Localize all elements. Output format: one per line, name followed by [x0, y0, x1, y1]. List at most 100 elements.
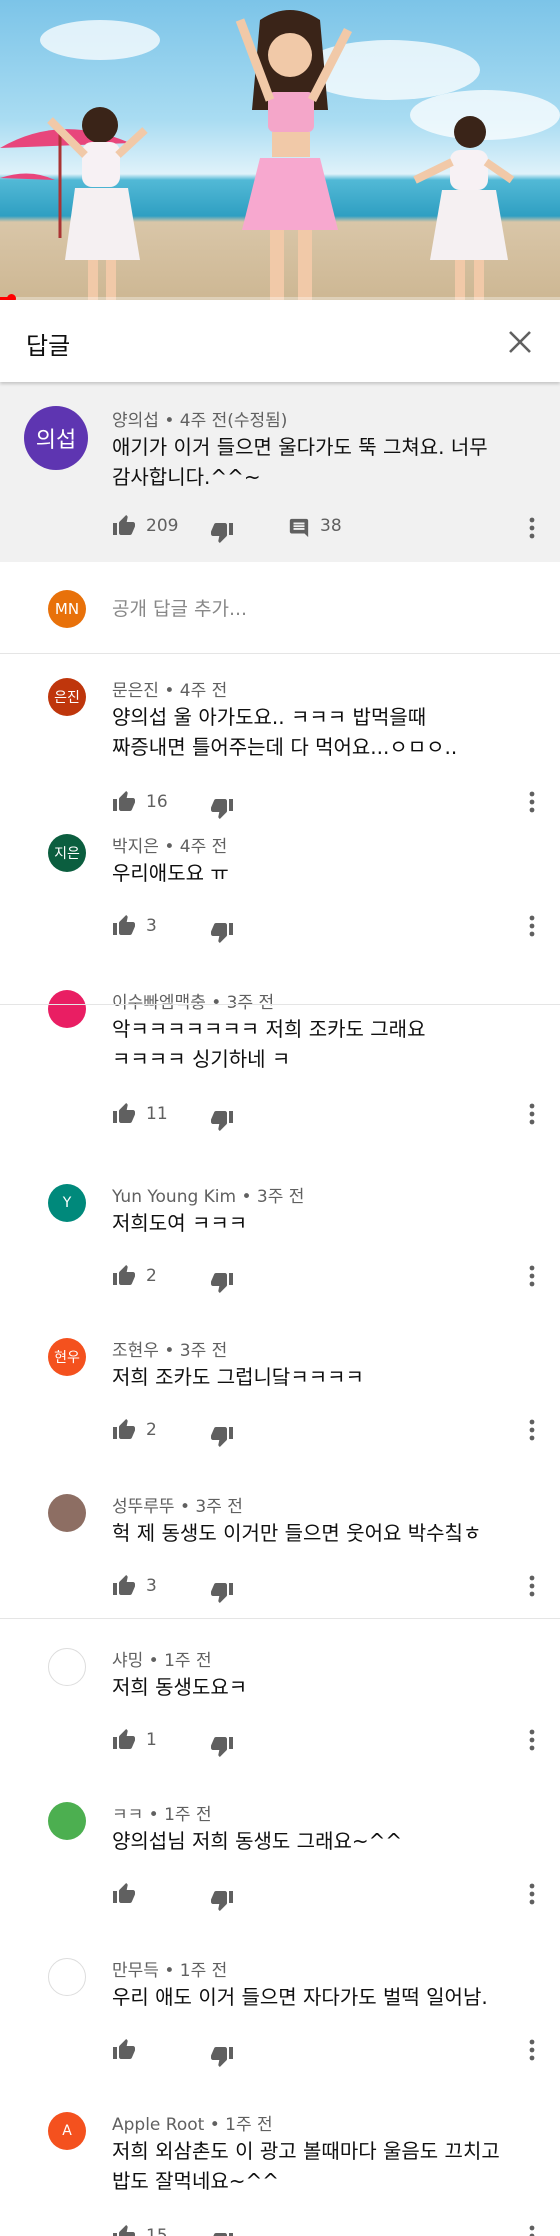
- thumbs-down-icon[interactable]: [210, 1888, 234, 1912]
- avatar[interactable]: [48, 1958, 86, 1996]
- thumbs-up-icon[interactable]: [112, 1728, 136, 1752]
- comment-text-line1: 저희 외삼촌도 이 광고 볼때마다 울음도 끄치고: [112, 2139, 500, 2163]
- thumbs-up-icon[interactable]: [112, 1418, 136, 1442]
- avatar[interactable]: 의섭: [24, 406, 88, 470]
- reply-item: 이수빠엠맥충 • 3주 전악ㅋㅋㅋㅋㅋㅋㅋ 저희 조카도 그래요 ㅋㅋㅋㅋ 싱기하…: [0, 966, 560, 1160]
- comment-text-line2: 밥도 잘먹네요~^^: [112, 2169, 280, 2193]
- thumbs-up-icon[interactable]: [112, 1264, 136, 1288]
- like-count: 16: [146, 792, 168, 812]
- like-count: 11: [146, 1104, 168, 1124]
- thumbs-down-icon[interactable]: [210, 920, 234, 944]
- comment-meta: ㅋㅋ • 1주 전: [112, 1805, 212, 1825]
- dancer-right: [413, 116, 515, 300]
- reply-item: 만무득 • 1주 전우리 애도 이거 들으면 자다가도 벌떡 일어남.: [0, 1934, 560, 2088]
- avatar[interactable]: [48, 990, 86, 1028]
- comment-meta: 문은진 • 4주 전: [112, 681, 228, 701]
- avatar[interactable]: A: [48, 2112, 86, 2150]
- thumbs-up-icon[interactable]: [112, 2224, 136, 2236]
- comment-text-line2: 감사합니다.^^~: [112, 465, 261, 489]
- reply-item: 샤밍 • 1주 전 저희 동생도요ㅋ 1: [0, 1624, 560, 1778]
- close-icon[interactable]: [506, 328, 534, 356]
- more-options-icon[interactable]: [528, 516, 536, 540]
- dancer-left: [47, 107, 148, 300]
- like-count: 2: [146, 1420, 157, 1440]
- reply-item: ㅋㅋ • 1주 전양의섭님 저희 동생도 그래요~^^: [0, 1778, 560, 1934]
- thumbs-up-icon[interactable]: [112, 1574, 136, 1598]
- comment-text-line1: 양의섭님 저희 동생도 그래요~^^: [112, 1829, 403, 1853]
- video-player[interactable]: [0, 0, 560, 300]
- avatar[interactable]: 은진: [48, 678, 86, 716]
- more-options-icon[interactable]: [528, 1102, 536, 1126]
- comment-text-line1: 우리 애도 이거 들으면 자다가도 벌떡 일어남.: [112, 1985, 488, 2009]
- comment-text-line1: 양의섭 울 아가도요.. ㅋㅋㅋ 밥먹을때: [112, 705, 427, 729]
- more-options-icon[interactable]: [528, 1728, 536, 1752]
- thumbs-up-icon[interactable]: [112, 2038, 136, 2062]
- comment-meta: 만무득 • 1주 전: [112, 1961, 228, 1981]
- replies-header: 답글: [0, 300, 560, 382]
- comment-meta: Yun Young Kim • 3주 전: [112, 1187, 305, 1207]
- reply-item: 현우 조현우 • 3주 전저희 조카도 그럽니닼ㅋㅋㅋㅋ 2: [0, 1314, 560, 1470]
- thumbs-down-icon[interactable]: [210, 1424, 234, 1448]
- like-count: 3: [146, 916, 157, 936]
- more-options-icon[interactable]: [528, 1882, 536, 1906]
- like-count: 3: [146, 1576, 157, 1596]
- add-reply-row[interactable]: MN 공개 답글 추가...: [0, 562, 560, 654]
- comment-text-line1: 악ㅋㅋㅋㅋㅋㅋㅋ 저희 조카도 그래요: [112, 1017, 426, 1041]
- more-options-icon[interactable]: [528, 914, 536, 938]
- comment-text-line1: 저희도여 ㅋㅋㅋ: [112, 1211, 248, 1235]
- more-options-icon[interactable]: [528, 1418, 536, 1442]
- reply-item: 성뚜루뚜 • 3주 전헉 제 동생도 이거만 들으면 웃어요 박수칰ㅎ 3: [0, 1470, 560, 1624]
- thumbs-down-icon[interactable]: [210, 1108, 234, 1132]
- thumbs-down-icon[interactable]: [210, 2230, 234, 2236]
- reply-count: 38: [320, 516, 342, 536]
- comment-text-line1: 저희 조카도 그럽니닼ㅋㅋㅋㅋ: [112, 1365, 364, 1389]
- parent-comment: 의섭 양의섭 • 4주 전(수정됨) 애기가 이거 들으면 울다가도 뚝 그쳐요…: [0, 382, 560, 562]
- add-reply-input[interactable]: 공개 답글 추가...: [112, 594, 247, 621]
- avatar: MN: [48, 590, 86, 628]
- like-count: 15: [146, 2226, 168, 2236]
- comment-text-line1: 저희 동생도요ㅋ: [112, 1675, 248, 1699]
- like-count: 209: [146, 516, 179, 536]
- reply-item: 은진 문은진 • 4주 전양의섭 울 아가도요.. ㅋㅋㅋ 밥먹을때짜증내면 틀어…: [0, 654, 560, 819]
- thumbs-up-icon[interactable]: [112, 914, 136, 938]
- reply-item: 지은 박지은 • 4주 전우리애도요 ㅠ 3: [0, 810, 560, 966]
- more-options-icon[interactable]: [528, 2038, 536, 2062]
- dancer-center: [235, 10, 353, 300]
- replies-title: 답글: [26, 332, 71, 360]
- comment-meta: 박지은 • 4주 전: [112, 837, 228, 857]
- like-count: 2: [146, 1266, 157, 1286]
- thumbs-down-icon[interactable]: [210, 1580, 234, 1604]
- divider: [0, 1004, 560, 1005]
- comment-text-line1: 헉 제 동생도 이거만 들으면 웃어요 박수칰ㅎ: [112, 1521, 482, 1545]
- avatar[interactable]: [48, 1802, 86, 1840]
- comment-meta: 성뚜루뚜 • 3주 전: [112, 1497, 243, 1517]
- comment-meta: 양의섭 • 4주 전(수정됨): [112, 411, 288, 431]
- thumbs-down-icon[interactable]: [210, 520, 234, 544]
- thumbs-up-icon[interactable]: [112, 1882, 136, 1906]
- comment-meta: 샤밍 • 1주 전: [112, 1651, 212, 1671]
- reply-item: A Apple Root • 1주 전저희 외삼촌도 이 광고 볼때마다 울음도 …: [0, 2088, 560, 2236]
- comment-meta: 조현우 • 3주 전: [112, 1341, 228, 1361]
- comment-text-line2: 짜증내면 틀어주는데 다 먹어요...ㅇㅁㅇ..: [112, 735, 458, 759]
- reply-comment-icon[interactable]: [288, 517, 310, 539]
- cloud: [40, 20, 160, 60]
- more-options-icon[interactable]: [528, 2224, 536, 2236]
- thumbs-up-icon[interactable]: [112, 1102, 136, 1126]
- thumbs-up-icon[interactable]: [112, 514, 136, 538]
- comment-text-line2: ㅋㅋㅋㅋ 싱기하네 ㅋ: [112, 1047, 291, 1071]
- comment-text-line1: 애기가 이거 들으면 울다가도 뚝 그쳐요. 너무: [112, 435, 488, 459]
- thumbs-down-icon[interactable]: [210, 1734, 234, 1758]
- comment-meta: 이수빠엠맥충 • 3주 전: [112, 993, 275, 1013]
- thumbs-down-icon[interactable]: [210, 1270, 234, 1294]
- comment-meta: Apple Root • 1주 전: [112, 2115, 273, 2135]
- thumbs-down-icon[interactable]: [210, 2044, 234, 2068]
- avatar[interactable]: 지은: [48, 834, 86, 872]
- avatar[interactable]: 현우: [48, 1338, 86, 1376]
- reply-item: Y Yun Young Kim • 3주 전저희도여 ㅋㅋㅋ 2: [0, 1160, 560, 1314]
- more-options-icon[interactable]: [528, 1264, 536, 1288]
- comment-text-line1: 우리애도요 ㅠ: [112, 861, 229, 885]
- avatar[interactable]: [48, 1494, 86, 1532]
- avatar[interactable]: [48, 1648, 86, 1686]
- more-options-icon[interactable]: [528, 1574, 536, 1598]
- avatar[interactable]: Y: [48, 1184, 86, 1222]
